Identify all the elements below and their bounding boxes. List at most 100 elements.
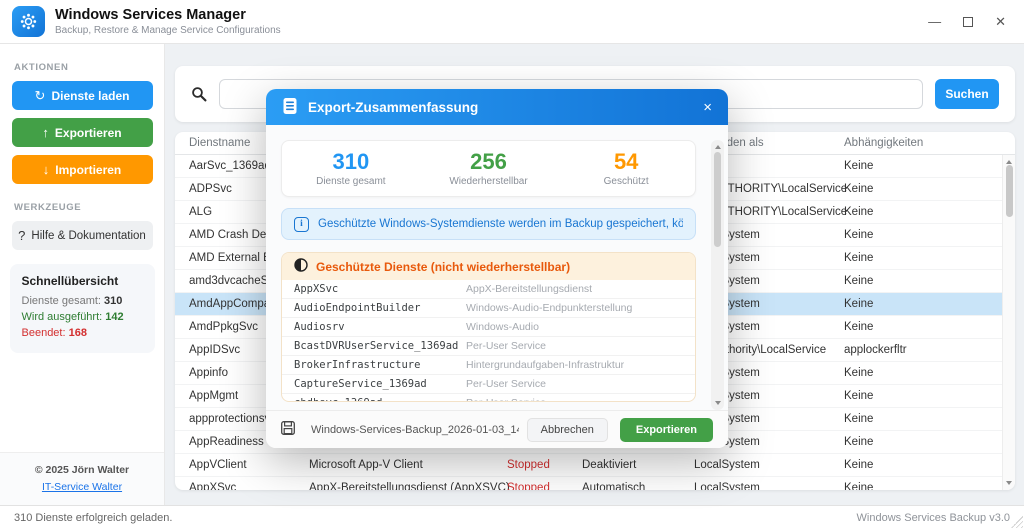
table-cell: AppVClient [175,459,295,471]
maximize-icon[interactable] [963,17,973,27]
sidebar: AKTIONEN ↻ Dienste laden ↑ Exportieren ↓… [0,44,165,505]
protected-service-row: BcastDVRUserService_1369adPer-User Servi… [282,337,695,356]
info-icon: i [294,217,309,232]
table-cell: Keine [830,413,1015,425]
table-cell: Automatisch [568,482,680,490]
modal-close-icon[interactable]: × [703,100,712,115]
arrow-down-icon: ↓ [43,162,50,177]
quick-overview-panel: Schnellübersicht Dienste gesamt: 310 Wir… [10,264,155,353]
table-cell: Keine [830,206,1015,218]
modal-title: Export-Zusammenfassung [308,100,478,115]
modal-scrollbar[interactable] [711,140,724,410]
info-text: Geschützte Windows-Systemdienste werden … [318,218,683,230]
it-service-link[interactable]: IT-Service Walter [42,481,122,493]
table-row[interactable]: AppXSvcAppX-Bereitstellungsdienst (AppXS… [175,477,1015,490]
protected-service-row: AppXSvcAppX-Bereitstellungsdienst [282,280,695,299]
table-scrollbar[interactable] [1002,155,1015,490]
actions-section-label: AKTIONEN [14,62,164,73]
service-description: AppX-Bereitstellungsdienst [466,283,592,295]
overview-stopped: Beendet: 168 [22,327,143,339]
close-icon[interactable]: ✕ [995,15,1006,28]
table-cell: Keine [830,321,1015,333]
table-cell: Deaktiviert [568,459,680,471]
modal-scroll-up-icon[interactable] [715,145,721,149]
service-description: Windows-Audio [466,321,539,333]
resize-grip[interactable] [1011,516,1023,528]
app-title-block: Windows Services Manager Backup, Restore… [55,7,281,35]
protected-list: AppXSvcAppX-BereitstellungsdienstAudioEn… [282,280,695,402]
protected-service-row: AudioEndpointBuilderWindows-Audio-Endpun… [282,299,695,318]
scrollbar-thumb[interactable] [1006,165,1013,217]
table-cell: applockerfltr [830,344,1015,356]
modal-footer: Windows-Services-Backup_2026-01-03_14-36… [266,410,728,448]
modal-header: Export-Zusammenfassung × [266,89,728,125]
refresh-icon: ↻ [35,88,46,104]
overview-running: Wird ausgeführt: 142 [22,311,143,323]
clipboard-icon [282,97,298,118]
status-message: 310 Dienste erfolgreich geladen. [14,512,172,524]
service-name: BcastDVRUserService_1369ad [294,340,466,352]
help-button[interactable]: ? Hilfe & Dokumentation [12,221,153,250]
import-button[interactable]: ↓ Importieren [12,155,153,184]
floppy-icon [281,421,295,438]
scroll-up-icon[interactable] [1006,160,1012,164]
overview-total: Dienste gesamt: 310 [22,295,143,307]
app-title: Windows Services Manager [55,7,281,24]
table-cell: Keine [830,367,1015,379]
service-name: BrokerInfrastructure [294,359,466,371]
table-cell: Keine [830,275,1015,287]
table-row[interactable]: AppVClientMicrosoft App-V ClientStoppedD… [175,454,1015,477]
version-label: Windows Services Backup v3.0 [857,512,1010,524]
export-filename: Windows-Services-Backup_2026-01-03_14-36… [311,424,519,436]
protected-service-row: BrokerInfrastructureHintergrundaufgaben-… [282,356,695,375]
service-name: AppXSvc [294,283,466,295]
service-name: Audiosrv [294,321,466,333]
shield-icon [294,258,308,275]
question-icon: ? [18,228,25,243]
table-cell: Keine [830,229,1015,241]
stat-total: 310 Dienste gesamt [282,150,420,187]
service-description: Windows-Audio-Endpunkterstellung [466,302,632,314]
table-cell: LocalSystem [680,459,830,471]
stat-restorable: 256 Wiederherstellbar [420,150,558,187]
copyright-text: © 2025 Jörn Walter [6,464,158,476]
service-description: Per-User Service [466,378,546,390]
scroll-down-icon[interactable] [1006,481,1012,485]
table-cell: Keine [830,390,1015,402]
overview-title: Schnellübersicht [22,274,143,288]
service-description: Per-User Service [466,397,546,402]
table-cell: Keine [830,160,1015,172]
table-cell: Keine [830,298,1015,310]
export-summary-modal: Export-Zusammenfassung × 310 Dienste ges… [266,89,728,448]
statusbar: 310 Dienste erfolgreich geladen. Windows… [0,505,1024,529]
table-cell: Stopped [493,482,568,490]
search-button[interactable]: Suchen [935,79,999,109]
table-cell: AppX-Bereitstellungsdienst (AppXSVC) [295,482,493,490]
service-name: AudioEndpointBuilder [294,302,466,314]
table-cell: Microsoft App-V Client [295,459,493,471]
service-description: Per-User Service [466,340,546,352]
table-cell: LocalSystem [680,482,830,490]
info-banner: i Geschützte Windows-Systemdienste werde… [281,208,696,240]
app-subtitle: Backup, Restore & Manage Service Configu… [55,25,281,36]
cancel-button[interactable]: Abbrechen [527,418,608,442]
service-description: Hintergrundaufgaben-Infrastruktur [466,359,624,371]
table-cell: Keine [830,459,1015,471]
titlebar: Windows Services Manager Backup, Restore… [0,0,1024,44]
tools-section-label: WERKZEUGE [14,202,164,213]
service-name: CaptureService_1369ad [294,378,466,390]
sidebar-footer: © 2025 Jörn Walter IT-Service Walter [0,452,164,505]
arrow-up-icon: ↑ [42,125,49,140]
protected-service-row: AudiosrvWindows-Audio [282,318,695,337]
gear-icon [19,12,38,31]
minimize-icon[interactable]: — [928,15,941,28]
stat-protected: 54 Geschützt [557,150,695,187]
modal-scrollbar-thumb[interactable] [714,152,721,247]
column-header[interactable]: Abhängigkeiten [830,137,1015,149]
table-cell: Keine [830,436,1015,448]
export-button[interactable]: ↑ Exportieren [12,118,153,147]
load-services-button[interactable]: ↻ Dienste laden [12,81,153,110]
modal-scroll-down-icon[interactable] [715,401,721,405]
table-cell: Keine [830,183,1015,195]
modal-export-button[interactable]: Exportieren [620,418,713,442]
